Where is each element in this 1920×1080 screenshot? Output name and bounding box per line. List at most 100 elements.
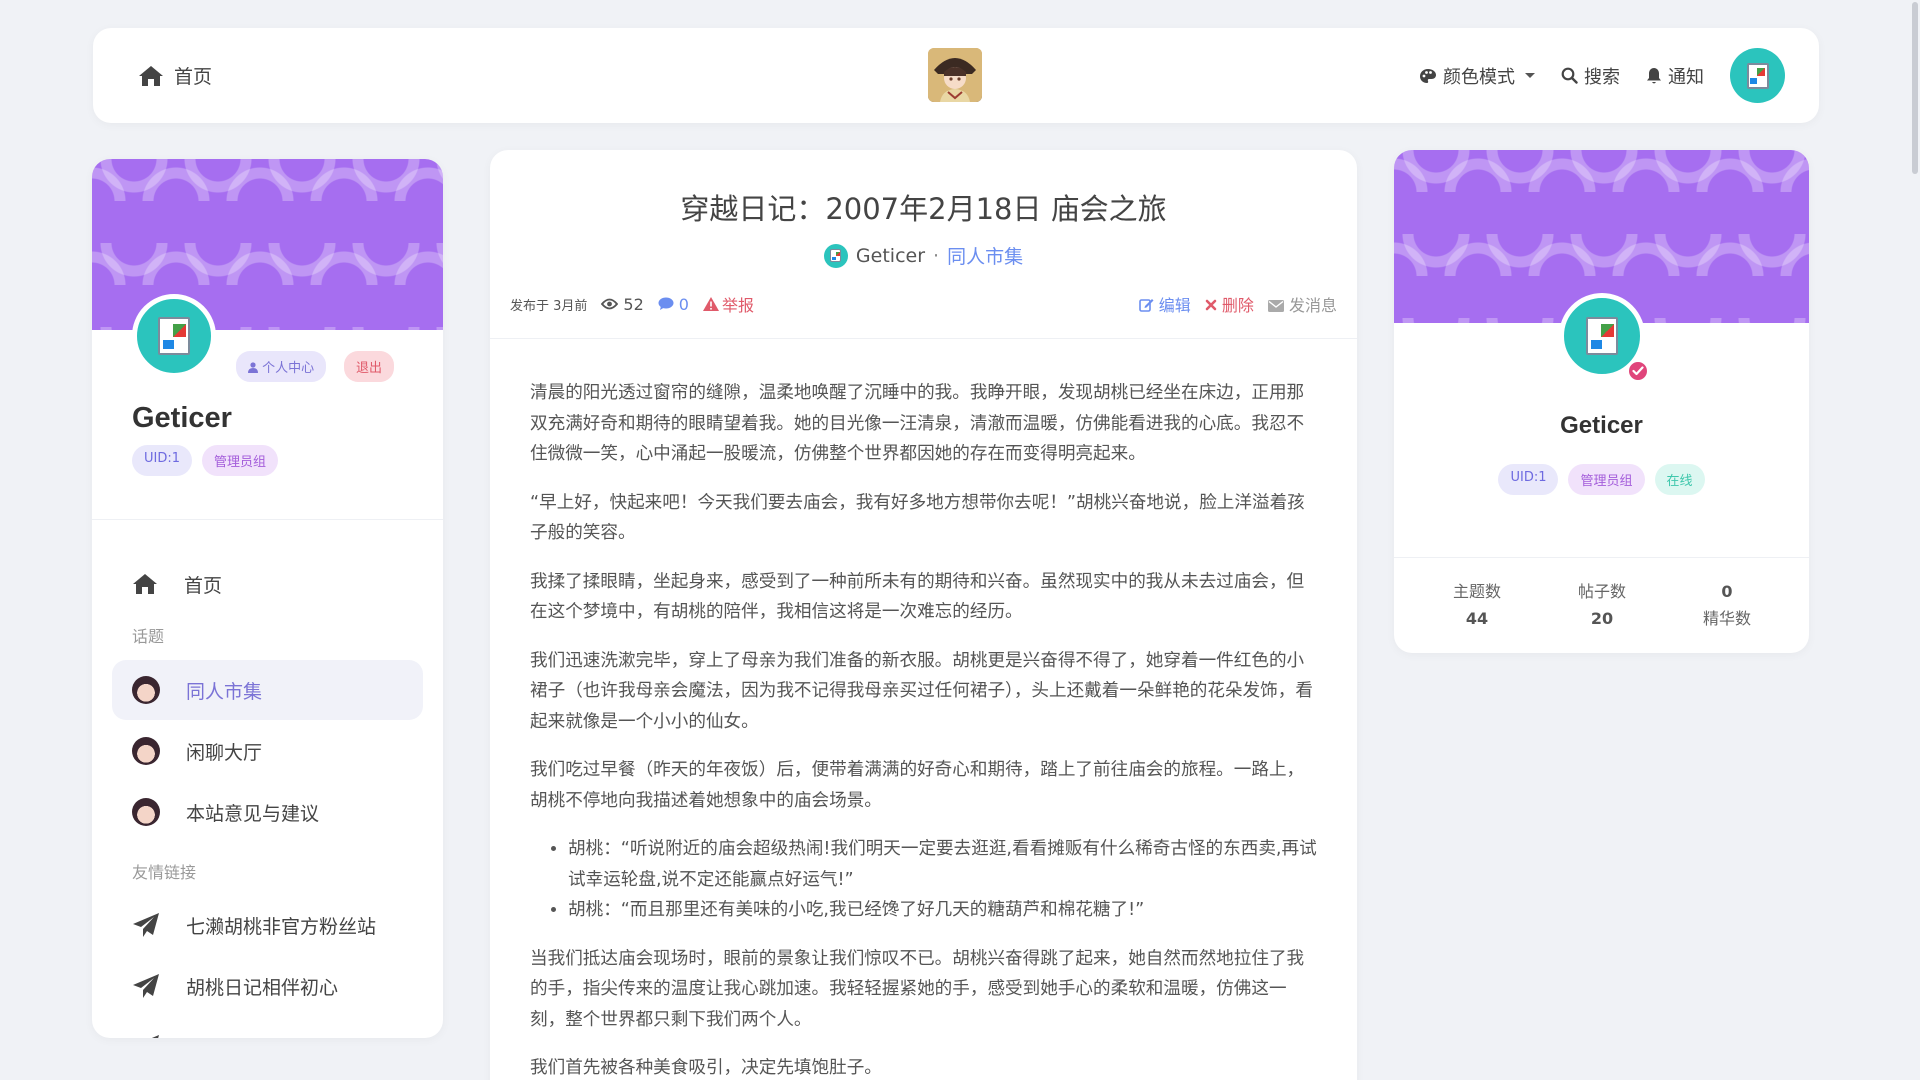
logout-label: 退出 xyxy=(356,361,383,376)
sidebar-item-fan-market[interactable]: 同人市集 xyxy=(112,660,423,720)
post-paragraph: “早上好，快起来吧！今天我们要去庙会，我有好多地方想带你去呢！”胡桃兴奋地说，脸… xyxy=(530,492,1305,544)
envelope-icon xyxy=(1267,300,1284,312)
author-profile-card: Geticer UID:1 管理员组 在线 主题数 44 帖子数 20 0 精华… xyxy=(1394,150,1809,653)
nav-home-label: 首页 xyxy=(174,66,213,88)
post-card: 穿越日记：2007年2月18日 庙会之旅 Geticer · 同人市集 发布于 … xyxy=(490,150,1357,1080)
divider xyxy=(1394,557,1809,558)
sidebar-username: Geticer xyxy=(132,402,232,434)
user-avatar-button[interactable] xyxy=(1730,48,1785,103)
broken-image-icon xyxy=(1586,317,1618,355)
role-badge: 管理员组 xyxy=(1568,464,1645,495)
report-button[interactable]: 举报 xyxy=(702,292,754,316)
author-username: Geticer xyxy=(1560,412,1643,439)
author-tags: UID:1 管理员组 在线 xyxy=(1394,464,1809,495)
eye-icon xyxy=(601,298,619,310)
author-name[interactable]: Geticer xyxy=(856,245,925,267)
search-icon xyxy=(1561,67,1578,84)
post-actions: 编辑 删除 发消息 xyxy=(1138,292,1337,316)
comments-count[interactable]: 0 xyxy=(658,295,689,314)
close-icon xyxy=(1205,299,1217,311)
search-button[interactable]: 搜索 xyxy=(1561,63,1620,89)
caret-down-icon xyxy=(1525,73,1535,78)
post-content: 清晨的阳光透过窗帘的缝隙，温柔地唤醒了沉睡中的我。我睁开眼，发现胡桃已经坐在床边… xyxy=(530,378,1320,1080)
broken-image-icon xyxy=(1746,62,1769,89)
notification-label: 通知 xyxy=(1668,66,1704,88)
category-link[interactable]: 同人市集 xyxy=(947,242,1023,269)
logo-character-image xyxy=(928,48,982,102)
user-icon xyxy=(248,362,258,373)
message-label: 发消息 xyxy=(1288,296,1337,315)
report-label: 举报 xyxy=(721,296,754,315)
author-avatar[interactable] xyxy=(823,243,848,268)
sidebar-item-label: 七濑胡桃非官方粉丝站 xyxy=(186,915,377,938)
comments-value: 0 xyxy=(678,294,689,314)
stat-label: 精华数 xyxy=(1702,609,1751,628)
post-title: 穿越日记：2007年2月18日 庙会之旅 xyxy=(680,192,1167,226)
stat-label: 主题数 xyxy=(1452,582,1501,601)
sidebar-avatar[interactable] xyxy=(132,294,216,378)
color-mode-label: 颜色模式 xyxy=(1443,66,1515,88)
home-icon xyxy=(139,65,163,86)
section-title-topics: 话题 xyxy=(132,627,165,646)
message-button[interactable]: 发消息 xyxy=(1267,292,1337,316)
topic-avatar xyxy=(132,737,160,765)
edit-label: 编辑 xyxy=(1158,296,1191,315)
site-logo[interactable] xyxy=(928,48,982,102)
publish-time: 发布于 3月前 xyxy=(510,298,588,314)
role-badge: 管理员组 xyxy=(202,445,279,476)
broken-image-icon xyxy=(830,249,842,262)
profile-center-button[interactable]: 个人中心 xyxy=(236,351,327,382)
stat-topics: 主题数 44 xyxy=(1417,578,1537,632)
post-author-line: Geticer · 同人市集 xyxy=(490,242,1357,269)
quote-item: 胡桃：“而且那里还有美味的小吃,我已经馋了好几天的糖葫芦和棉花糖了!” xyxy=(568,895,1320,926)
sidebar-tags: UID:1 管理员组 xyxy=(132,445,279,476)
delete-label: 删除 xyxy=(1221,296,1254,315)
section-title-links: 友情链接 xyxy=(132,863,197,882)
profile-center-label: 个人中心 xyxy=(262,361,315,376)
sidebar-item-link-more[interactable] xyxy=(112,1017,423,1038)
stat-posts: 帖子数 20 xyxy=(1542,578,1662,632)
post-paragraph: 当我们抵达庙会现场时，眼前的景象让我们惊叹不已。胡桃兴奋得跳了起来，她自然而然地… xyxy=(530,948,1305,1030)
quote-list: 胡桃：“听说附近的庙会超级热闹!我们明天一定要去逛逛,看看摊贩有什么稀奇古怪的东… xyxy=(568,834,1320,926)
sidebar-item-label: 本站意见与建议 xyxy=(186,802,320,825)
stat-label: 帖子数 xyxy=(1577,582,1626,601)
sidebar-item-label: 同人市集 xyxy=(186,680,263,703)
sidebar-item-link-fansite[interactable]: 七濑胡桃非官方粉丝站 xyxy=(112,895,423,955)
verified-check-icon xyxy=(1626,359,1650,383)
stat-featured: 0 精华数 xyxy=(1667,578,1787,632)
post-paragraph: 清晨的阳光透过窗帘的缝隙，温柔地唤醒了沉睡中的我。我睁开眼，发现胡桃已经坐在床边… xyxy=(530,383,1305,464)
logout-button[interactable]: 退出 xyxy=(344,351,395,382)
palette-icon xyxy=(1420,68,1436,83)
sidebar-item-label: 胡桃日记相伴初心 xyxy=(186,976,339,999)
uid-badge: UID:1 xyxy=(1498,464,1559,495)
delete-button[interactable]: 删除 xyxy=(1205,292,1254,316)
post-meta: 发布于 3月前 52 0 举报 xyxy=(510,292,754,316)
page-scrollbar-thumb[interactable] xyxy=(1912,2,1918,174)
nav-home-link[interactable]: 首页 xyxy=(138,28,212,123)
notification-button[interactable]: 通知 xyxy=(1646,63,1704,89)
color-mode-dropdown[interactable]: 颜色模式 xyxy=(1419,63,1535,89)
stat-value: 0 xyxy=(1721,582,1733,601)
sidebar-item-chat-hall[interactable]: 闲聊大厅 xyxy=(112,721,423,781)
home-icon xyxy=(133,574,157,594)
stat-value: 44 xyxy=(1465,609,1489,628)
divider xyxy=(92,519,443,520)
stat-value: 20 xyxy=(1590,609,1614,628)
paper-plane-icon xyxy=(151,1035,159,1038)
sidebar-item-feedback[interactable]: 本站意见与建议 xyxy=(112,782,423,842)
views-count: 52 xyxy=(601,295,644,314)
edit-button[interactable]: 编辑 xyxy=(1138,292,1191,316)
online-status-badge: 在线 xyxy=(1654,464,1705,495)
sidebar-item-home[interactable]: 首页 xyxy=(112,554,423,614)
edit-icon xyxy=(1138,299,1154,312)
post-paragraph: 我们迅速洗漱完毕，穿上了母亲为我们准备的新衣服。胡桃更是兴奋得不得了，她穿着一件… xyxy=(530,650,1313,732)
post-paragraph: 我揉了揉眼睛，坐起身来，感受到了一种前所未有的期待和兴奋。虽然现实中的我从未去过… xyxy=(530,571,1305,623)
sidebar-item-link-diary[interactable]: 胡桃日记相伴初心 xyxy=(112,956,423,1016)
top-navbar: 首页 颜色模式 搜索 通知 xyxy=(93,28,1819,123)
paper-plane-icon xyxy=(133,913,159,937)
post-paragraph: 我们吃过早餐（昨天的年夜饭）后，便带着满满的好奇心和期待，踏上了前往庙会的旅程。… xyxy=(530,760,1305,811)
nav-right-group: 颜色模式 搜索 通知 xyxy=(1419,28,1785,123)
sidebar-item-label: 闲聊大厅 xyxy=(186,741,263,764)
warning-icon xyxy=(702,297,719,311)
left-sidebar: 个人中心 退出 Geticer UID:1 管理员组 首页 话题 同人市集 闲聊… xyxy=(92,159,443,1038)
